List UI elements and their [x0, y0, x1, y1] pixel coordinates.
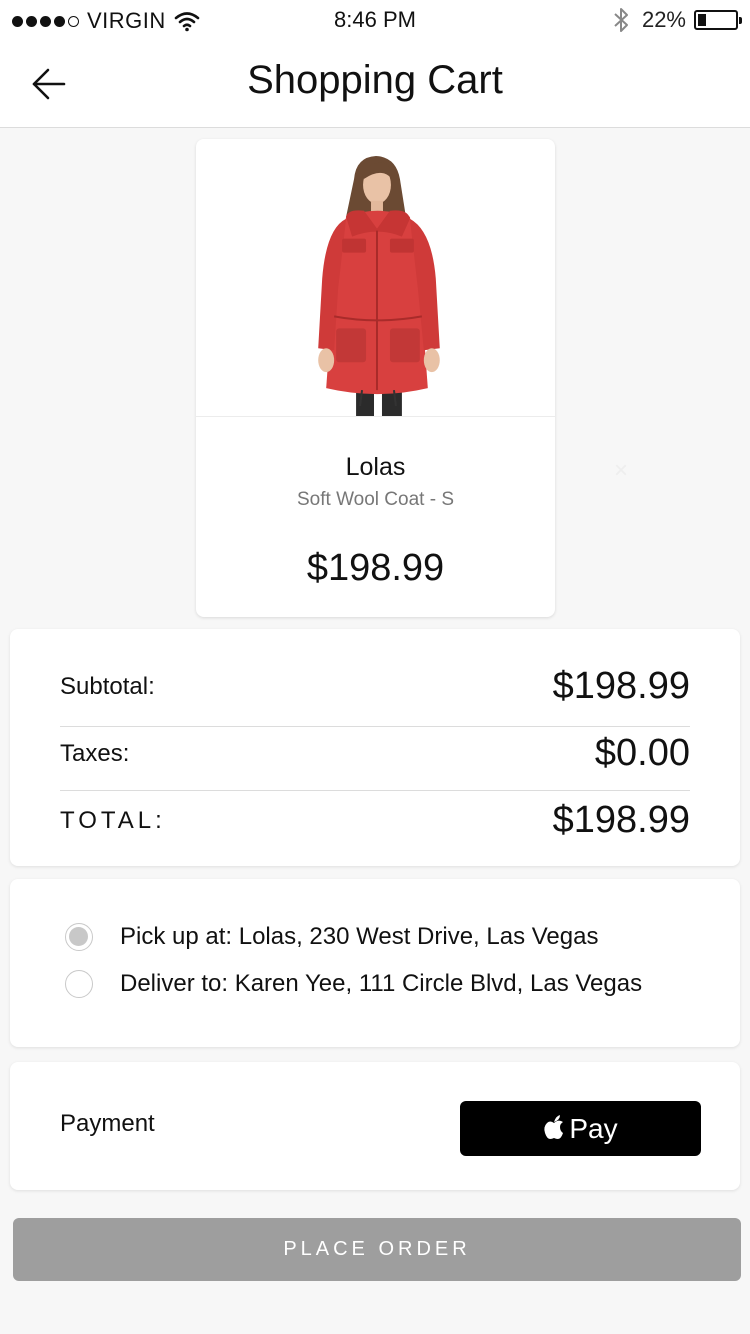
battery-fill [698, 14, 706, 26]
delivery-options: Pick up at: Lolas, 230 West Drive, Las V… [10, 879, 740, 1047]
product-price: $198.99 [306, 547, 445, 589]
deliver-option[interactable]: Deliver to: Karen Yee, 111 Circle Blvd, … [65, 970, 642, 998]
battery-percent: 22% [641, 7, 686, 32]
nav-bar: Shopping Cart [0, 40, 750, 128]
deliver-option-label: Deliver to: Karen Yee, 111 Circle Blvd, … [120, 970, 643, 997]
product-image [196, 139, 555, 417]
product-variant: Soft Wool Coat - S [297, 489, 454, 510]
divider [60, 790, 690, 791]
payment-label: Payment [60, 1110, 155, 1137]
place-order-button[interactable]: PLACE ORDER [13, 1218, 741, 1281]
total-label: TOTAL: [60, 806, 166, 834]
product-name: Lolas [345, 453, 406, 481]
subtotal-label: Subtotal: [60, 672, 155, 700]
close-icon[interactable]: × [610, 459, 632, 483]
pickup-option-label: Pick up at: Lolas, 230 West Drive, Las V… [120, 923, 599, 950]
subtotal-row: Subtotal: $198.99 [60, 665, 690, 708]
status-right: 22% [612, 7, 742, 33]
apple-logo-icon [544, 1115, 564, 1139]
page-title: Shopping Cart [247, 58, 503, 102]
apple-pay-button[interactable]: Pay [460, 1101, 701, 1156]
taxes-label: Taxes: [60, 739, 130, 767]
taxes-row: Taxes: $0.00 [60, 732, 690, 775]
bluetooth-icon [614, 8, 628, 32]
radio-button[interactable] [65, 970, 93, 998]
total-row: TOTAL: $198.99 [60, 799, 690, 842]
cart-item-card[interactable]: Lolas Soft Wool Coat - S $198.99 [196, 139, 555, 617]
subtotal-value: $198.99 [552, 665, 690, 707]
order-summary: Subtotal: $198.99 Taxes: $0.00 TOTAL: $1… [10, 629, 740, 866]
taxes-value: $0.00 [594, 732, 690, 774]
payment-section: Payment Pay [10, 1062, 740, 1190]
divider [60, 726, 690, 727]
battery-icon [694, 10, 742, 30]
status-bar: VIRGIN 8:46 PM 22% [0, 0, 750, 40]
total-value: $198.99 [552, 799, 690, 841]
radio-button-selected[interactable] [65, 923, 93, 951]
pickup-option[interactable]: Pick up at: Lolas, 230 West Drive, Las V… [65, 923, 598, 951]
apple-pay-text: Pay [569, 1112, 618, 1144]
